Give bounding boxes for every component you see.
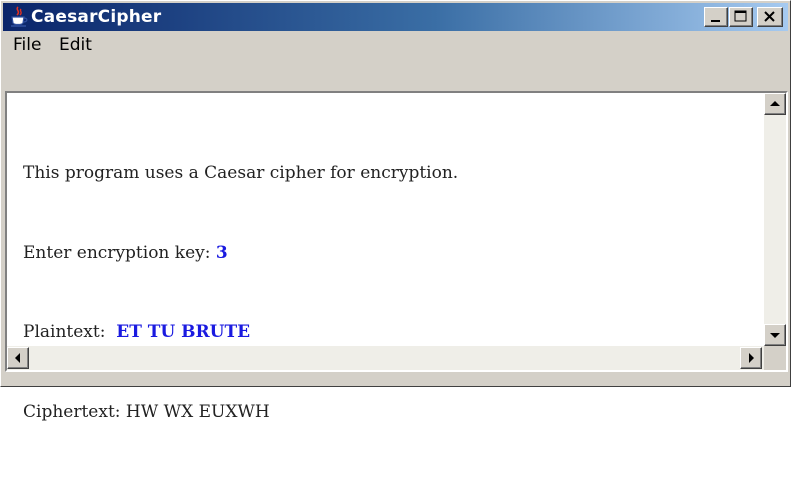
- plaintext-prompt: Plaintext:: [23, 322, 117, 342]
- vertical-scrollbar[interactable]: [764, 93, 786, 346]
- arrow-down-icon: [770, 333, 780, 338]
- maximize-icon: [734, 10, 747, 22]
- menu-file[interactable]: File: [13, 36, 41, 54]
- minimize-button[interactable]: [704, 7, 728, 27]
- key-input: 3: [215, 242, 228, 263]
- scrollbar-corner: [764, 346, 786, 370]
- plaintext-input: ET TU BRUTE: [116, 322, 251, 342]
- arrow-left-icon: [15, 353, 20, 363]
- key-line: Enter encryption key: 3: [23, 240, 458, 267]
- java-coffee-cup-icon: [9, 6, 29, 28]
- scroll-right-button[interactable]: [740, 347, 762, 369]
- ciphertext-line: Ciphertext: HW WX EUXWH: [23, 399, 458, 426]
- scroll-left-button[interactable]: [7, 347, 29, 369]
- app-window: CaesarCipher File Edit This program uses…: [0, 0, 791, 422]
- scroll-up-button[interactable]: [764, 93, 786, 115]
- key-prompt: Enter encryption key:: [23, 242, 216, 263]
- maximize-button[interactable]: [729, 7, 753, 27]
- ciphertext-prompt: Ciphertext:: [23, 401, 126, 422]
- title-bar[interactable]: CaesarCipher: [3, 3, 788, 31]
- arrow-right-icon: [749, 353, 754, 363]
- intro-line: This program uses a Caesar cipher for en…: [23, 163, 459, 183]
- menu-bar: File Edit: [3, 32, 788, 58]
- window-title: CaesarCipher: [31, 7, 162, 27]
- ciphertext-output: HW WX EUXWH: [125, 401, 270, 422]
- horizontal-scrollbar[interactable]: [7, 346, 764, 370]
- arrow-up-icon: [770, 101, 780, 106]
- close-icon: [764, 11, 775, 22]
- console-output: This program uses a Caesar cipher for en…: [23, 107, 458, 478]
- close-button[interactable]: [757, 7, 783, 27]
- menu-edit[interactable]: Edit: [59, 36, 92, 54]
- scroll-down-button[interactable]: [764, 324, 786, 346]
- minimize-icon: [711, 20, 720, 22]
- plaintext-line: Plaintext: ET TU BRUTE: [23, 319, 458, 346]
